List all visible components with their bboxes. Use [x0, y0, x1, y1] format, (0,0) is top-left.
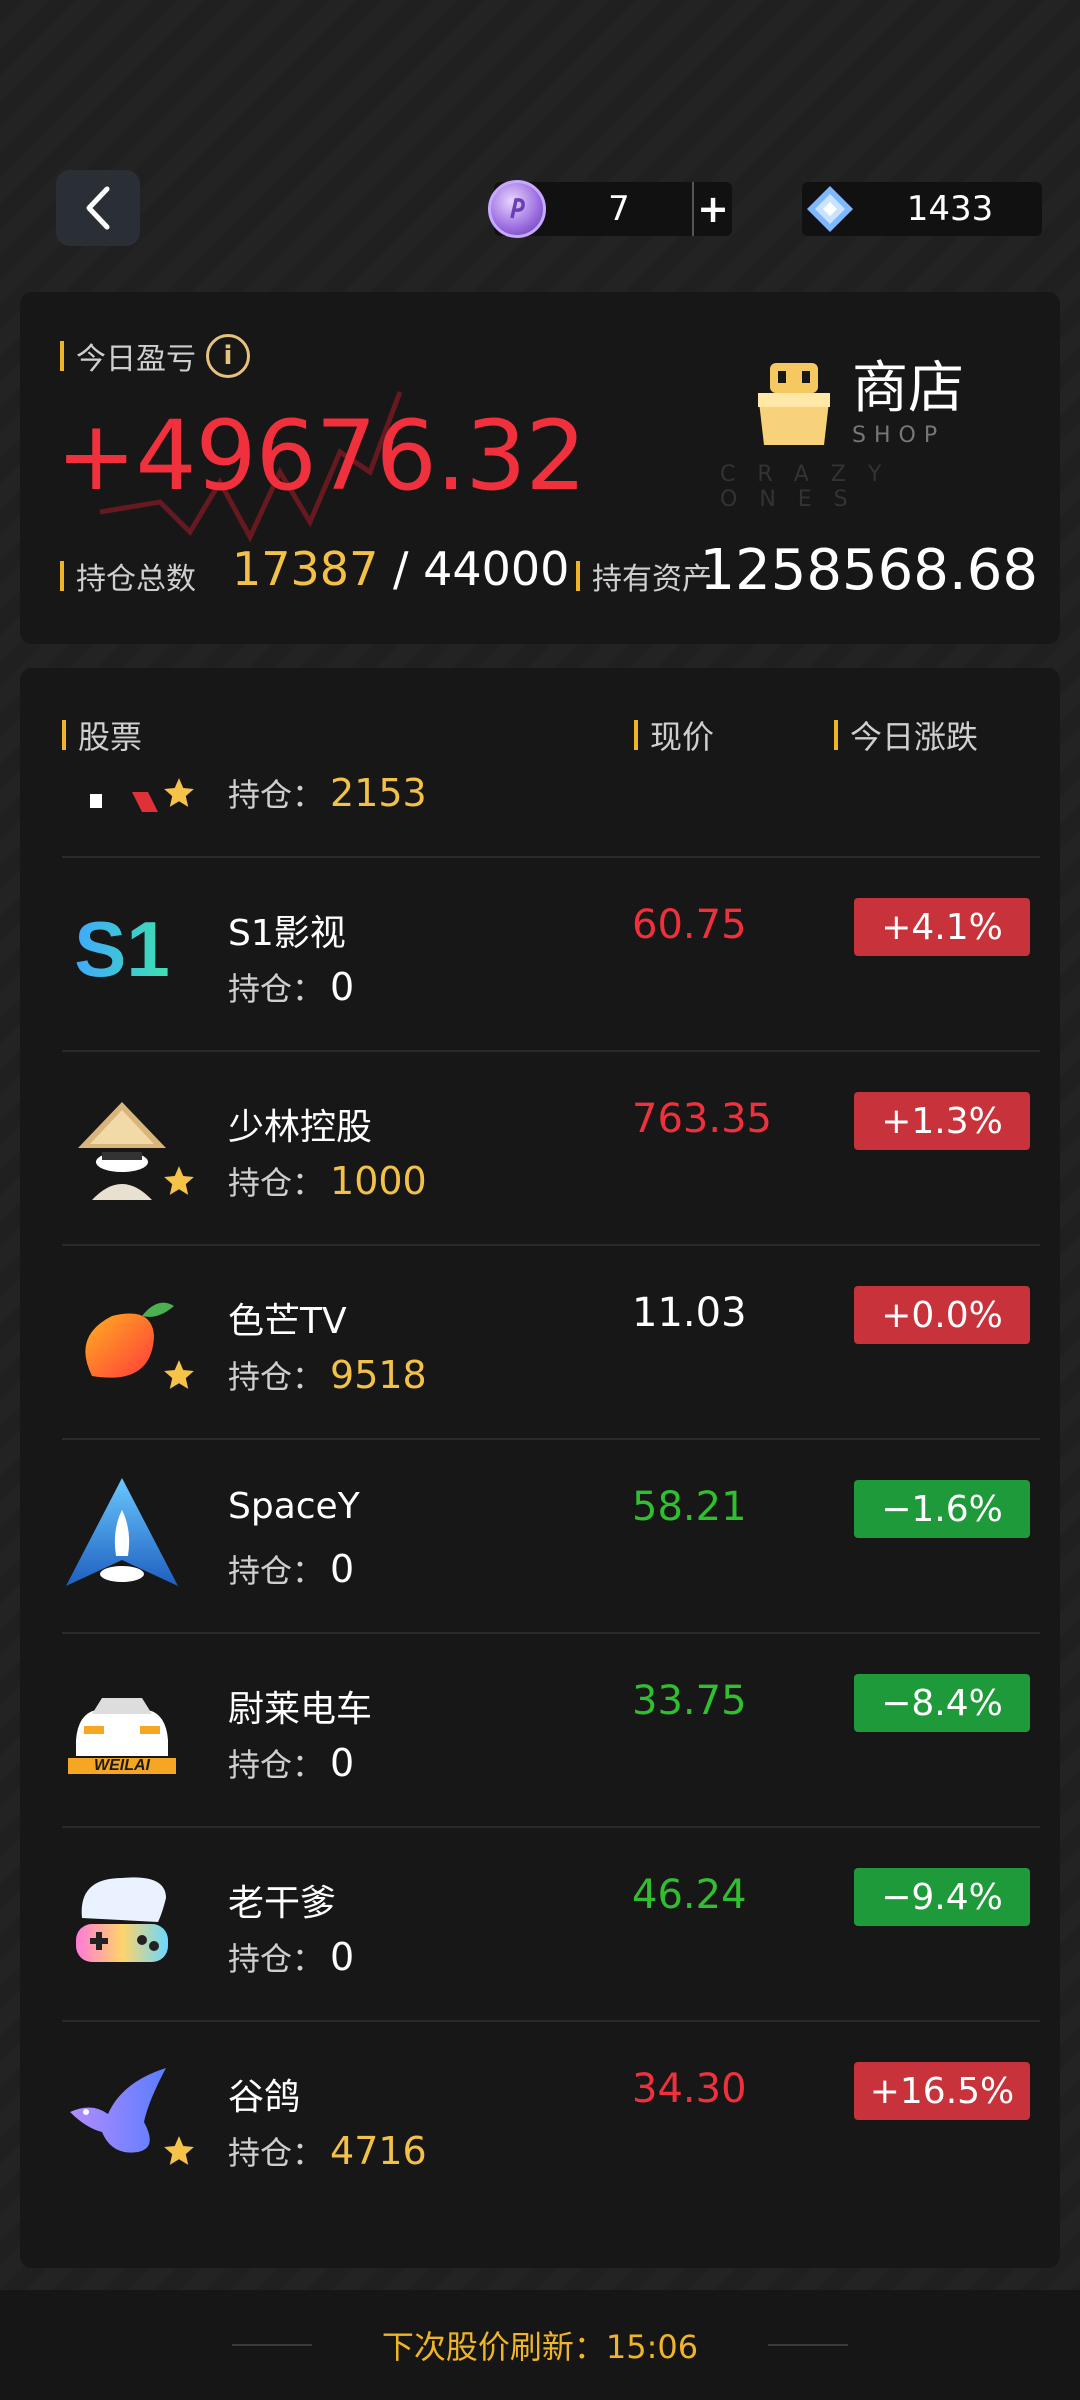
- gem-value: 1433: [906, 189, 994, 229]
- back-button[interactable]: [56, 170, 140, 246]
- diamond-icon: [802, 181, 858, 237]
- holding-info: 持仓： 0: [228, 1741, 355, 1785]
- current-price: 46.24: [632, 1872, 747, 1918]
- holding-value: 1000: [330, 1159, 427, 1203]
- holding-value: 9518: [330, 1353, 427, 1397]
- stock-name: 尉莱电车: [228, 1689, 373, 1730]
- current-price: 60.75: [632, 902, 747, 948]
- daily-change-badge: −1.6%: [854, 1480, 1030, 1538]
- daily-pnl-value: +49676.32: [56, 400, 586, 512]
- stock-name: SpaceY: [228, 1486, 360, 1527]
- header-stock: 股票: [62, 712, 142, 758]
- label-accent-bar: [834, 720, 838, 750]
- label-accent-bar: [60, 341, 64, 371]
- stock-row[interactable]: WEILAI 尉莱电车 持仓： 0 33.75 −8.4%: [62, 1634, 1040, 1828]
- current-price: 33.75: [632, 1678, 747, 1724]
- current-price: 763.35: [632, 1096, 772, 1142]
- portfolio-summary-card: 今日盈亏 i +49676.32 商店 SHOP CRAZY ONES 持仓总数…: [20, 292, 1060, 644]
- stock-list[interactable]: 持仓： 2153 S1 S1影视 持仓： 0 60.75 +4.1% 少林控股 …: [62, 772, 1040, 2212]
- shop-subtitle: SHOP: [852, 422, 946, 448]
- coin-balance: 7 +: [488, 180, 732, 238]
- stock-row[interactable]: 少林控股 持仓： 1000 763.35 +1.3%: [62, 1052, 1040, 1246]
- stock-name: 色芒TV: [228, 1301, 347, 1342]
- stock-row[interactable]: 谷鸽 持仓： 4716 34.30 +16.5%: [62, 2022, 1040, 2212]
- stock-row[interactable]: SpaceY 持仓： 0 58.21 −1.6%: [62, 1440, 1040, 1634]
- logo-text: WEILAI: [94, 1757, 151, 1774]
- divider: [231, 2344, 312, 2346]
- holding-value: 0: [330, 965, 355, 1009]
- holding-info: 持仓： 9518: [228, 1353, 427, 1397]
- holding-value: 0: [330, 1547, 355, 1591]
- current-price: 11.03: [632, 1290, 747, 1336]
- divider: [768, 2344, 849, 2346]
- add-coins-button[interactable]: +: [692, 182, 732, 236]
- stock-row[interactable]: 色芒TV 持仓： 9518 11.03 +0.0%: [62, 1246, 1040, 1440]
- shop-button[interactable]: 商店 SHOP: [756, 334, 1046, 474]
- crazy-ones-watermark: CRAZY ONES: [720, 462, 904, 512]
- rocket-logo-icon: [66, 1478, 178, 1586]
- stock-row[interactable]: S1 S1影视 持仓： 0 60.75 +4.1%: [62, 858, 1040, 1052]
- holdings-total-value: 17387 / 44000: [232, 542, 570, 596]
- coin-value: 7: [608, 189, 630, 229]
- holding-info: 持仓： 2153: [228, 772, 427, 815]
- label-accent-bar: [634, 720, 638, 750]
- favorite-star-icon[interactable]: [162, 2134, 196, 2168]
- stock-name: 少林控股: [228, 1107, 373, 1148]
- current-price: 34.30: [632, 2066, 747, 2112]
- gamer-logo-icon: [76, 1877, 168, 1962]
- refresh-footer: 下次股价刷新：15:06: [0, 2290, 1080, 2400]
- shop-bag-icon: [758, 363, 830, 445]
- holding-info: 持仓： 0: [228, 1935, 355, 1979]
- favorite-star-icon[interactable]: [162, 776, 196, 810]
- holding-info: 持仓： 0: [228, 1547, 355, 1591]
- stock-name: 老干爹: [228, 1883, 337, 1924]
- stock-name: 谷鸽: [228, 2077, 301, 2118]
- label-accent-bar: [62, 720, 66, 750]
- total-assets-label: 持有资产: [576, 554, 712, 598]
- daily-change-badge: +4.1%: [854, 898, 1030, 956]
- header-price: 现价: [634, 712, 714, 758]
- chevron-left-icon: [86, 186, 110, 230]
- holding-value: 0: [330, 1935, 355, 1979]
- holding-info: 持仓： 4716: [228, 2129, 427, 2173]
- holding-value: 2153: [330, 772, 427, 815]
- favorite-star-icon[interactable]: [162, 1164, 196, 1198]
- favorite-star-icon[interactable]: [162, 1358, 196, 1392]
- daily-change-badge: +16.5%: [854, 2062, 1030, 2120]
- shop-title: 商店: [852, 355, 964, 421]
- holding-value: 4716: [330, 2129, 427, 2173]
- daily-change-badge: −9.4%: [854, 1868, 1030, 1926]
- total-assets-value: 1258568.68: [699, 538, 1038, 603]
- holding-value: 0: [330, 1741, 355, 1785]
- gem-balance: 1433: [802, 182, 1042, 236]
- label-accent-bar: [60, 561, 64, 591]
- car-logo-icon: WEILAI: [68, 1698, 176, 1774]
- stock-list-card: 股票 现价 今日涨跌 持仓： 2153 S1 S1影视 持仓： 0 60.75 …: [20, 668, 1060, 2268]
- label-accent-bar: [576, 561, 580, 591]
- plus-icon: +: [697, 187, 729, 231]
- header-change: 今日涨跌: [834, 712, 978, 758]
- holding-info: 持仓： 1000: [228, 1159, 427, 1203]
- stock-row[interactable]: 老干爹 持仓： 0 46.24 −9.4%: [62, 1828, 1040, 2022]
- stock-list-header: 股票 现价 今日涨跌: [20, 712, 1060, 762]
- daily-change-badge: +0.0%: [854, 1286, 1030, 1344]
- stock-row-partial[interactable]: 持仓： 2153: [62, 772, 1040, 858]
- stock-name: S1影视: [228, 913, 346, 954]
- daily-change-badge: −8.4%: [854, 1674, 1030, 1732]
- holdings-total-label: 持仓总数: [60, 554, 196, 598]
- current-price: 58.21: [632, 1484, 747, 1530]
- coin-icon: [488, 180, 546, 238]
- svg-text:S1: S1: [74, 905, 169, 993]
- daily-change-badge: +1.3%: [854, 1092, 1030, 1150]
- next-refresh-text: 下次股价刷新：15:06: [381, 2328, 699, 2366]
- s1-logo-icon: S1: [74, 905, 169, 993]
- holding-info: 持仓： 0: [228, 965, 355, 1009]
